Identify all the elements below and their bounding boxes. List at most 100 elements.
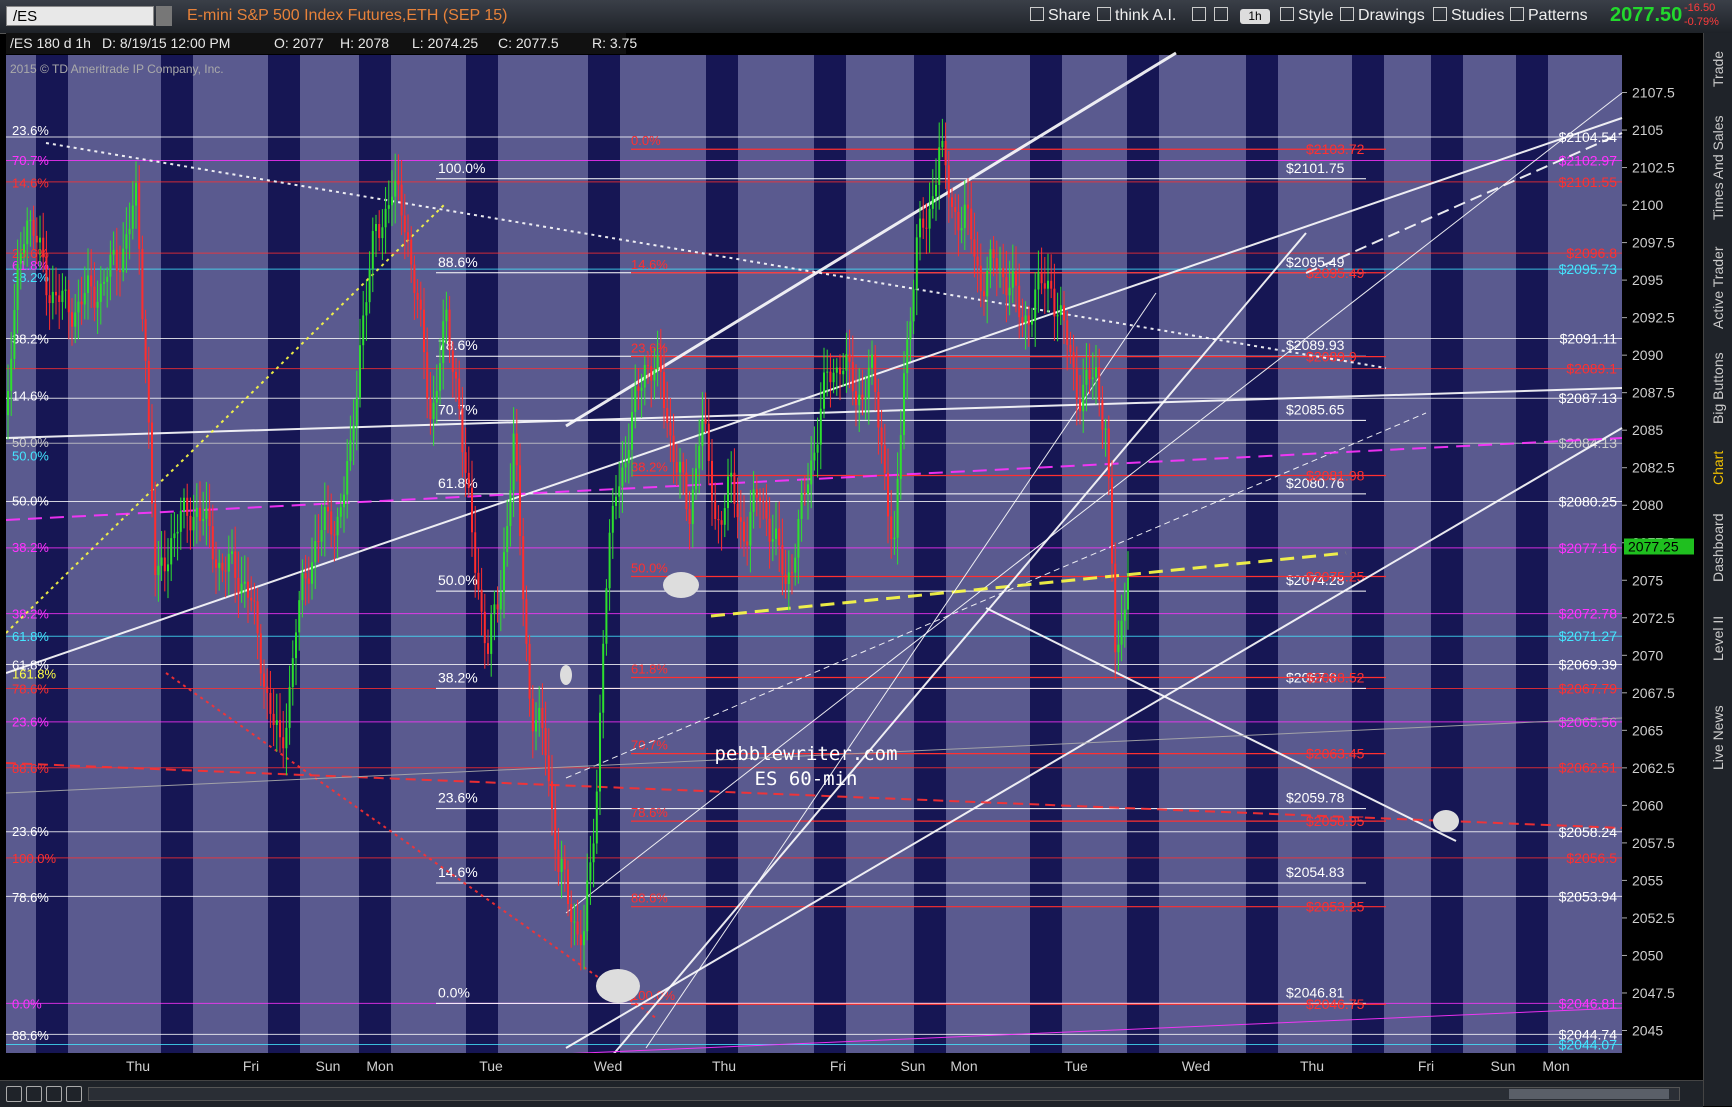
- candle-body: [275, 720, 278, 726]
- candle-body: [391, 196, 393, 206]
- candle-body: [1114, 563, 1117, 653]
- candle-body: [839, 367, 841, 375]
- candle-body: [851, 361, 854, 392]
- candle-body: [339, 507, 342, 517]
- candle-body: [765, 501, 768, 519]
- candle-body: [189, 515, 192, 531]
- candle-body: [263, 673, 265, 687]
- level-price-label: $2095.73: [1559, 261, 1618, 277]
- candle-body: [307, 578, 310, 584]
- sidebar-tab-times-and-sales[interactable]: Times And Sales: [1704, 103, 1732, 233]
- y-tick-label: 2057.5: [1632, 835, 1675, 851]
- settings-button[interactable]: [1192, 5, 1210, 27]
- horizontal-scrollbar[interactable]: [88, 1087, 1680, 1101]
- level-price-label: $2096.8: [1566, 245, 1617, 261]
- fib-price-label: $2059.78: [1286, 790, 1345, 806]
- fib-price-label: $2085.65: [1286, 401, 1345, 417]
- zoom-fit-button[interactable]: [46, 1086, 62, 1102]
- zoom-out-button[interactable]: [26, 1086, 42, 1102]
- candle-body: [941, 140, 944, 148]
- copyright-text: 2015 © TD Ameritrade IP Company, Inc.: [10, 62, 224, 76]
- candle-body: [202, 518, 205, 521]
- candle-body: [1082, 384, 1085, 412]
- left-fib-label: 0.0%: [12, 996, 42, 1011]
- candle-body: [496, 604, 499, 610]
- candle-body: [256, 601, 259, 634]
- candle-body: [93, 286, 96, 308]
- candle-body: [848, 354, 851, 362]
- candle-body: [291, 658, 294, 688]
- candle-body: [707, 423, 710, 461]
- candle-body: [467, 472, 470, 488]
- candle-body: [493, 604, 496, 615]
- candle-body: [135, 182, 137, 206]
- symbol-input[interactable]: /ES: [6, 6, 154, 26]
- think-ai-button[interactable]: think A.I.: [1097, 5, 1176, 27]
- candle-body: [1043, 283, 1046, 289]
- candle-body: [119, 270, 121, 273]
- candle-body: [896, 478, 899, 538]
- candle-body: [362, 315, 365, 346]
- candle-body: [71, 312, 73, 327]
- candle-body: [727, 476, 729, 509]
- candle-body: [103, 281, 105, 284]
- candle-body: [490, 614, 493, 654]
- fib-red-percent: 61.8%: [631, 662, 668, 677]
- candle-body: [1107, 428, 1110, 478]
- timeframe-badge[interactable]: 1h: [1240, 9, 1270, 24]
- y-tick-label: 2100: [1632, 197, 1663, 213]
- style-button[interactable]: Style: [1280, 5, 1334, 27]
- symbol-dropdown-button[interactable]: [156, 6, 172, 26]
- candle-body: [611, 505, 614, 533]
- candle-body: [999, 268, 1001, 270]
- candle-body: [880, 427, 883, 446]
- sidebar-tab-live-news[interactable]: Live News: [1704, 683, 1732, 793]
- patterns-button[interactable]: Patterns: [1510, 5, 1588, 27]
- candle-body: [832, 372, 835, 383]
- studies-button[interactable]: Studies: [1433, 5, 1504, 27]
- sidebar-tab-chart[interactable]: Chart: [1704, 438, 1732, 498]
- candle-body: [931, 196, 934, 209]
- marker-dot: [1433, 810, 1459, 832]
- sidebar-tab-big-buttons[interactable]: Big Buttons: [1704, 343, 1732, 433]
- candle-body: [631, 411, 633, 450]
- draw-tool-button[interactable]: [66, 1086, 82, 1102]
- candle-body: [615, 496, 617, 506]
- scrollbar-thumb[interactable]: [1509, 1089, 1669, 1099]
- candle-body: [1069, 344, 1072, 353]
- candle-body: [640, 387, 643, 391]
- zoom-in-button[interactable]: [6, 1086, 22, 1102]
- tools-button[interactable]: [1214, 5, 1232, 27]
- price-chart[interactable]: /ES 180 d 1h D: 8/19/15 12:00 PM O: 2077 H:…: [6, 33, 1703, 1080]
- candle-body: [586, 880, 589, 932]
- drawings-button[interactable]: Drawings: [1340, 5, 1425, 27]
- fib-percent-label: 88.6%: [438, 254, 478, 270]
- candle-body: [1095, 367, 1097, 378]
- candle-body: [45, 257, 48, 296]
- candle-body: [455, 371, 457, 379]
- sidebar-tab-dashboard[interactable]: Dashboard: [1704, 503, 1732, 593]
- candle-body: [141, 248, 144, 320]
- y-tick-label: 2087.5: [1632, 385, 1675, 401]
- candle-body: [147, 360, 150, 423]
- level-price-label: $2091.11: [1560, 330, 1618, 346]
- candle-body: [375, 223, 377, 232]
- fib-red-price: $2068.52: [1306, 670, 1365, 686]
- sidebar-tab-active-trader[interactable]: Active Trader: [1704, 238, 1732, 338]
- toolbar: /ES E-mini S&P 500 Index Futures,ETH (SE…: [0, 0, 1732, 34]
- candle-body: [173, 533, 176, 539]
- candle-body: [864, 397, 867, 400]
- style-icon: [1280, 7, 1294, 21]
- chart-header-field: D: 8/19/15 12:00 PM: [102, 35, 230, 51]
- sidebar-tab-level-ii[interactable]: Level II: [1704, 598, 1732, 678]
- y-tick-label: 2082.5: [1632, 460, 1675, 476]
- candle-body: [861, 394, 864, 400]
- candle-body: [323, 506, 326, 531]
- x-tick-label: Sun: [1491, 1058, 1516, 1074]
- share-button[interactable]: Share: [1030, 5, 1091, 27]
- candle-body: [1091, 377, 1094, 380]
- sidebar-tab-trade[interactable]: Trade: [1704, 41, 1732, 96]
- y-tick-label: 2070: [1632, 647, 1663, 663]
- fib-percent-label: 38.2%: [438, 669, 478, 685]
- fib-red-price: $2095.49: [1306, 265, 1365, 281]
